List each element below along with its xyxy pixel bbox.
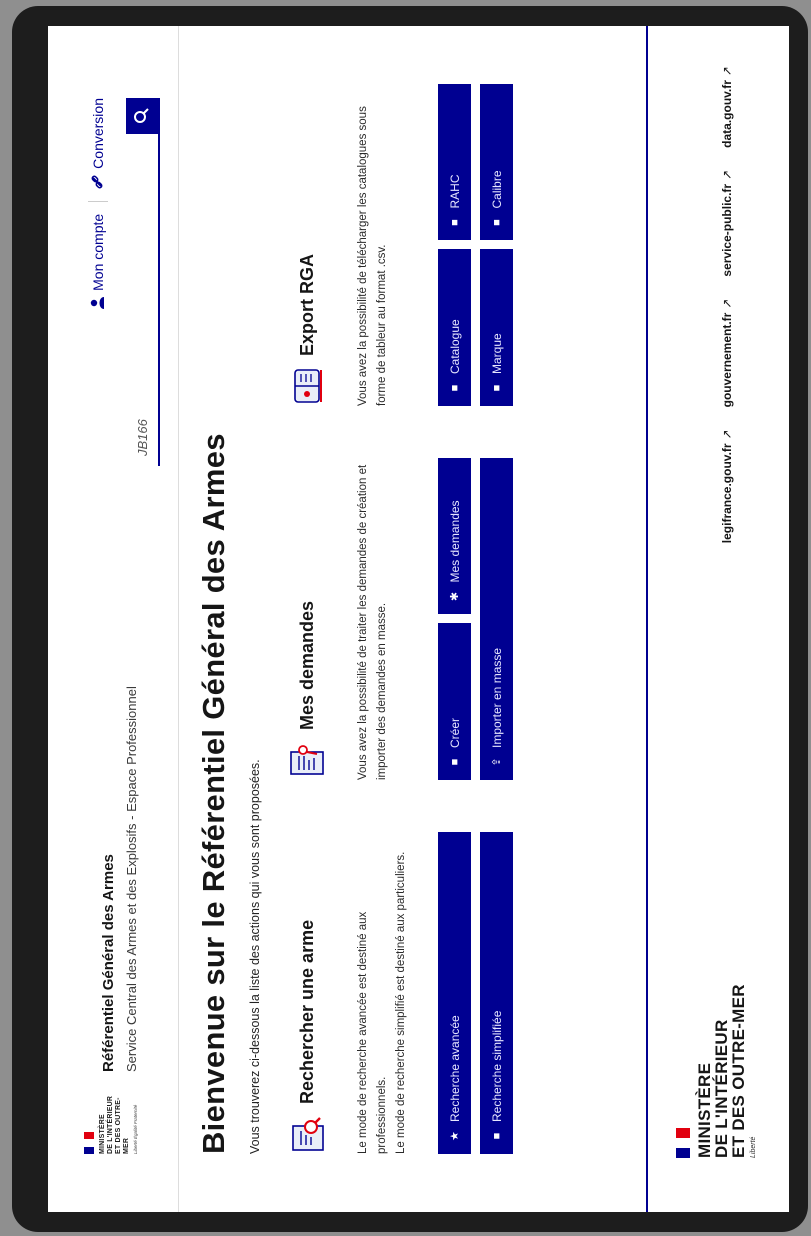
section-requests: Mes demandes Vous avez la possibilité de… [284,458,513,780]
external-link-icon: ↗ [720,298,734,309]
conversion-label: Conversion [90,98,106,169]
document-icon: ■ [448,384,461,392]
tablet-screen: MINISTÈRE DE L'INTÉRIEUR ET DES OUTRE-ME… [48,26,789,1212]
divider [88,200,108,202]
rotated-page: MINISTÈRE DE L'INTÉRIEUR ET DES OUTRE-ME… [48,26,789,1212]
ministry-name: MINISTÈRE DE L'INTÉRIEUR ET DES OUTRE-ME… [99,1095,130,1154]
description-line: Le mode de recherche avancée est destiné… [357,911,388,1154]
button-label: RAHC [447,174,462,209]
link-label: legifrance.gouv.fr [720,443,734,544]
footer-link-gouvernement[interactable]: gouvernement.fr ↗ [720,299,734,408]
bulk-import-button[interactable]: ⇪ Importer en masse [480,458,513,780]
document-icon: ■ [448,219,461,226]
footer-motto: Liberté [750,1136,757,1158]
page-subtitle: Vous trouverez ci-dessous la liste des a… [248,759,262,1154]
section-description: Le mode de recherche avancée est destiné… [354,832,434,1154]
ministry-motto: Liberté Égalité Fraternité [133,1104,138,1154]
link-icon [90,175,107,189]
document-icon: ■ [490,1132,503,1140]
document-icon: ■ [490,219,503,226]
account-label: Mon compte [90,213,106,291]
search-button[interactable] [126,98,160,134]
marianne-flag-icon [676,1128,690,1158]
create-request-button[interactable]: ■ Créer [438,623,471,780]
button-label: Importer en masse [489,647,504,748]
conversion-link[interactable]: Conversion [90,98,107,189]
section-description: Vous avez la possibilité de télécharger … [357,106,388,406]
button-label: Catalogue [447,319,462,374]
button-label: Recherche simplifiée [489,1010,504,1122]
user-icon [90,296,107,309]
search-input[interactable]: JB166 [126,134,160,466]
button-label: Mes demandes [447,500,462,583]
site-title[interactable]: Référentiel Général des Armes [100,854,117,1072]
footer-ministry-logo[interactable]: MINISTÈRE DE L'INTÉRIEUR ET DES OUTRE-ME… [676,984,757,1158]
footer-link-service-public[interactable]: service-public.fr ↗ [720,170,734,277]
header-search: JB166 [126,98,160,466]
button-label: Créer [447,717,462,748]
export-catalogue-button[interactable]: ■ Catalogue [438,249,471,406]
external-link-icon: ↗ [720,66,734,77]
section-title: Export RGA [296,253,317,356]
document-icon: ■ [448,758,461,766]
description-line: Le mode de recherche simplifié est desti… [395,851,407,1154]
button-label: Recherche avancée [447,1015,462,1122]
section-title: Rechercher une arme [296,919,317,1104]
my-requests-button[interactable]: ✱ Mes demandes [438,458,471,615]
ministry-logo[interactable]: MINISTÈRE DE L'INTÉRIEUR ET DES OUTRE-ME… [84,1094,138,1154]
link-label: data.gouv.fr [720,80,734,148]
section-export: Export RGA Vous avez la possibilité de t… [284,84,513,406]
external-link-icon: ↗ [720,429,734,440]
upload-icon: ⇪ [491,757,503,767]
site-subtitle: Service Central des Armes et des Explosi… [124,686,139,1072]
export-calibre-button[interactable]: ■ Calibre [480,84,513,241]
external-link-icon: ↗ [720,169,734,180]
link-label: gouvernement.fr [720,312,734,408]
search-icon [133,108,154,124]
form-document-icon [287,740,327,780]
footer-link-data-gouv[interactable]: data.gouv.fr ↗ [720,66,734,148]
gear-icon: ✱ [449,591,461,602]
section-title: Mes demandes [296,600,317,730]
link-label: service-public.fr [720,183,734,277]
button-label: Calibre [489,170,504,209]
account-link[interactable]: Mon compte [90,214,107,309]
simple-search-button[interactable]: ■ Recherche simplifiée [480,832,513,1154]
site-footer: MINISTÈRE DE L'INTÉRIEUR ET DES OUTRE-ME… [646,26,789,1212]
header-quick-links: Mon compte Conversion [88,98,108,309]
page-title: Bienvenue sur le Référentiel Général des… [196,433,231,1154]
magnifier-document-icon [287,1114,327,1154]
footer-link-legifrance[interactable]: legifrance.gouv.fr ↗ [720,429,734,543]
site-header: MINISTÈRE DE L'INTÉRIEUR ET DES OUTRE-ME… [48,26,179,1212]
marianne-flag-icon [84,1132,94,1154]
button-label: Marque [489,333,504,374]
advanced-search-button[interactable]: ★ Recherche avancée [438,832,471,1154]
section-description: Vous avez la possibilité de traiter les … [357,464,388,780]
footer-links: legifrance.gouv.fr ↗ gouvernement.fr ↗ ser… [720,66,734,543]
export-rahc-button[interactable]: ■ RAHC [438,84,471,241]
section-search: Rechercher une arme Le mode de recherche… [284,832,513,1154]
star-icon: ★ [449,1131,461,1141]
spreadsheet-book-icon [287,366,327,406]
footer-ministry-name: MINISTÈRE DE L'INTÉRIEUR ET DES OUTRE-ME… [695,984,748,1158]
document-icon: ■ [490,384,503,392]
export-marque-button[interactable]: ■ Marque [480,249,513,406]
